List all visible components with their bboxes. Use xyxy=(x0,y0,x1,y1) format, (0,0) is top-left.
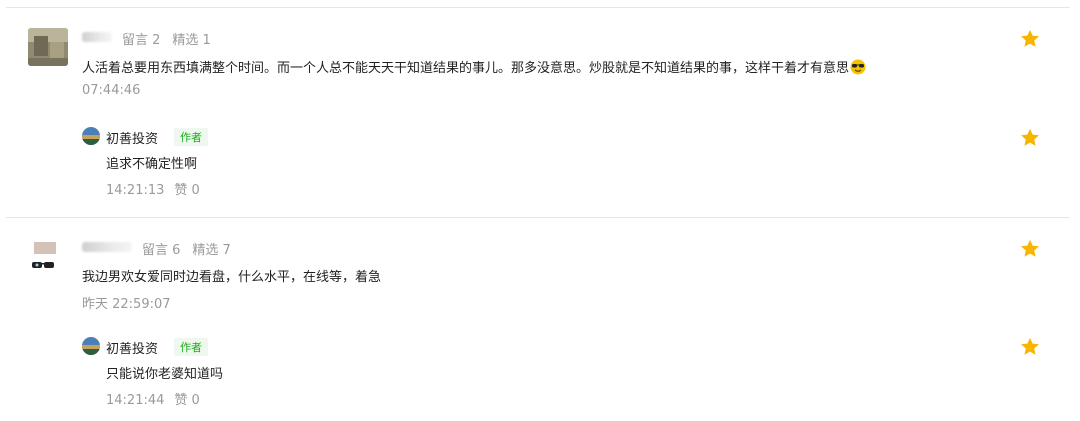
author-avatar xyxy=(82,127,100,145)
reply-text: 追求不确定性啊 xyxy=(106,157,198,172)
reply-author-name: 初善投资 xyxy=(106,342,159,357)
like-button[interactable]: 赞 0 xyxy=(174,183,199,198)
author-badge: 作者 xyxy=(174,338,208,356)
comment-time: 昨天 22:59:07 xyxy=(82,297,171,312)
featured-count: 精选 7 xyxy=(192,243,231,258)
author-badge: 作者 xyxy=(174,128,208,146)
reply-meta: 14:21:13 赞 0 xyxy=(106,179,200,198)
like-button[interactable]: 赞 0 xyxy=(174,393,199,408)
divider xyxy=(6,217,1070,218)
reply-text: 只能说你老婆知道吗 xyxy=(106,367,224,382)
avatar xyxy=(28,240,68,276)
comment-text-content: 人活着总要用东西填满整个时间。而一个人总不能天天干知道结果的事儿。那多没意思。炒… xyxy=(82,61,850,76)
reply-meta: 14:21:44 赞 0 xyxy=(106,389,200,408)
comment-meta: 留言 2 精选 1 xyxy=(122,29,223,48)
star-icon[interactable] xyxy=(1019,336,1041,358)
reply-time: 14:21:13 xyxy=(106,183,165,198)
sunglasses-emoji-icon xyxy=(850,59,866,75)
user-name-blurred xyxy=(82,242,132,252)
avatar xyxy=(28,28,68,66)
star-icon[interactable] xyxy=(1019,28,1041,50)
user-name-blurred xyxy=(82,32,112,42)
featured-count: 精选 1 xyxy=(172,33,211,48)
divider xyxy=(6,7,1070,8)
comment-count: 留言 6 xyxy=(142,243,181,258)
star-icon[interactable] xyxy=(1019,127,1041,149)
comment-meta: 留言 6 精选 7 xyxy=(142,239,243,258)
comment-text: 我边男欢女爱同时边看盘，什么水平，在线等，着急 xyxy=(82,270,382,285)
comment-time: 07:44:46 xyxy=(82,83,141,98)
reply-time: 14:21:44 xyxy=(106,393,165,408)
reply-author-name: 初善投资 xyxy=(106,132,159,147)
author-avatar xyxy=(82,337,100,355)
comment-text: 人活着总要用东西填满整个时间。而一个人总不能天天干知道结果的事儿。那多没意思。炒… xyxy=(82,57,866,76)
comment-count: 留言 2 xyxy=(122,33,161,48)
star-icon[interactable] xyxy=(1019,238,1041,260)
